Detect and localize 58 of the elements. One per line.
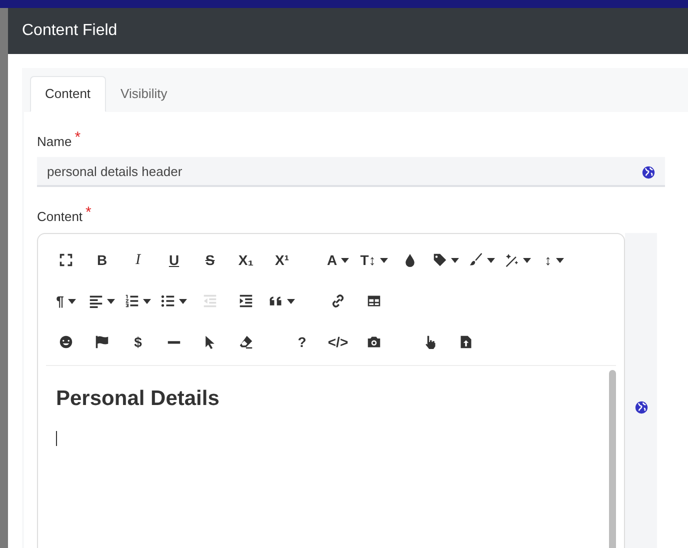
toolbar-button[interactable]: S [192, 245, 228, 275]
cursor-icon [203, 335, 217, 349]
toolbar-button[interactable]: $ [120, 327, 156, 357]
indent-icon [239, 294, 253, 308]
flag-icon [95, 335, 109, 349]
caret-icon [143, 298, 151, 304]
globe-icon[interactable] [634, 401, 648, 414]
scrollbar-thumb[interactable] [609, 370, 616, 548]
outdent-icon [203, 294, 217, 308]
toolbar-button[interactable]: T↕ [356, 245, 392, 275]
toolbar-button[interactable]: </> [320, 327, 356, 357]
caret-icon [68, 298, 76, 304]
toolbar-button[interactable]: ↕ [536, 245, 572, 275]
bulleted-list-icon [161, 294, 175, 308]
tab[interactable]: Content [30, 76, 106, 112]
name-field[interactable]: personal details header [37, 157, 665, 187]
field-label: Content [37, 208, 83, 226]
droplet-icon [403, 253, 417, 267]
caret-icon [380, 258, 388, 262]
toolbar-button[interactable]: ? [284, 327, 320, 357]
caret-icon [341, 258, 350, 262]
toolbar-button[interactable]: A [320, 245, 356, 275]
table-icon [367, 294, 381, 308]
caret-icon [107, 298, 115, 304]
numbered-list-icon [125, 294, 139, 308]
text-cursor [56, 430, 57, 446]
modal-title: Content Field [22, 21, 118, 41]
toolbar-button[interactable]: X₁ [228, 245, 264, 275]
globe-icon[interactable] [642, 166, 655, 179]
fullscreen-icon [59, 253, 73, 267]
caret-icon [523, 258, 531, 262]
smiley-icon [59, 335, 73, 349]
wand-icon [505, 253, 519, 267]
hand-icon [423, 335, 437, 349]
file-icon [459, 335, 473, 349]
caret-icon [451, 258, 459, 262]
caret-icon [179, 298, 187, 304]
editor-content[interactable]: Personal Details [46, 366, 609, 548]
camera-icon [367, 335, 381, 349]
link-icon [331, 294, 345, 308]
toolbar-button[interactable]: ¶ [48, 286, 84, 316]
caret-icon [487, 258, 495, 262]
toolbar-button[interactable]: B [84, 245, 120, 275]
caret-icon [287, 298, 295, 304]
quote-icon [269, 294, 283, 308]
required-mark: * [74, 132, 81, 144]
field-label: Name [37, 132, 72, 150]
caret-icon [556, 258, 564, 262]
toolbar-button[interactable]: I [120, 245, 156, 275]
brush-icon [469, 253, 483, 267]
align-icon [89, 294, 103, 308]
editor-heading: Personal Details [56, 386, 220, 411]
tab[interactable]: Visibility [106, 76, 182, 112]
eraser-icon [239, 335, 253, 349]
toolbar-button[interactable]: X¹ [264, 245, 300, 275]
required-mark: * [86, 207, 92, 219]
toolbar-button[interactable]: U [156, 245, 192, 275]
tag-icon [433, 253, 447, 267]
